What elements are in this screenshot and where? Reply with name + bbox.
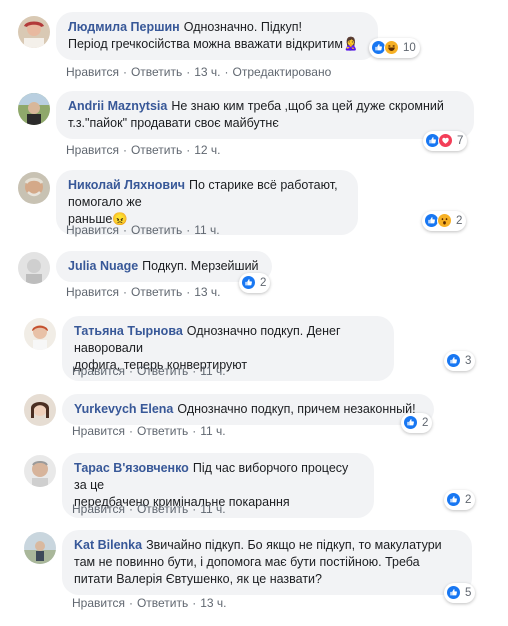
comment-author[interactable]: Людмила Першин xyxy=(68,20,180,34)
comment-actions: Нравится · Ответить · 13 ч. xyxy=(72,596,227,610)
reaction-count: 2 xyxy=(465,494,472,506)
reactions-summary[interactable]: 10 xyxy=(369,38,420,58)
comment-bubble: Kat Bilenka Звичайно підкуп. Бо якщо не п… xyxy=(62,530,472,595)
comment-author[interactable]: Yurkevych Elena xyxy=(74,402,173,416)
comment-text: питати Валерія Євтушенко, як це назвати? xyxy=(74,572,322,586)
like-icon xyxy=(446,585,462,601)
avatar[interactable] xyxy=(18,252,50,284)
reactions-summary[interactable]: 2 xyxy=(239,273,271,293)
avatar[interactable] xyxy=(24,532,56,564)
reaction-count: 5 xyxy=(465,587,472,599)
timestamp[interactable]: 13 ч. xyxy=(194,285,220,299)
comment-text: Однозначно подкуп, причем незаконный! xyxy=(177,402,416,416)
comment-bubble: Yurkevych Elena Однозначно подкуп, причем… xyxy=(62,394,434,425)
avatar[interactable] xyxy=(18,93,50,125)
timestamp[interactable]: 13 ч. xyxy=(194,65,220,79)
comment-actions: Нравится · Ответить · 11 ч. xyxy=(72,424,226,438)
like-button[interactable]: Нравится xyxy=(66,65,119,79)
like-icon xyxy=(446,492,462,508)
like-button[interactable]: Нравится xyxy=(66,285,119,299)
reactions-summary[interactable]: 2 xyxy=(401,413,433,433)
reaction-count: 3 xyxy=(465,355,472,367)
comment-bubble: Andrii Maznytsia Не знаю ким треба ,щоб з… xyxy=(56,91,474,139)
avatar[interactable] xyxy=(24,455,56,487)
timestamp[interactable]: 11 ч. xyxy=(200,424,225,438)
reactions-summary[interactable]: 3 xyxy=(444,351,476,371)
avatar[interactable] xyxy=(24,394,56,426)
reaction-count: 10 xyxy=(403,42,416,54)
comment-text: Не знаю ким треба ,щоб за цей дуже скром… xyxy=(171,99,444,113)
love-icon xyxy=(438,133,454,149)
like-icon xyxy=(241,275,257,291)
comment-text: Подкуп. Мерзейший xyxy=(142,259,259,273)
avatar[interactable] xyxy=(18,172,50,204)
reactions-summary[interactable]: 2 xyxy=(422,211,467,231)
reaction-count: 2 xyxy=(456,215,463,227)
comment-text: Звичайно підкуп. Бо якщо не підкуп, то м… xyxy=(146,538,442,552)
comment-actions: Нравится · Ответить · 13 ч. xyxy=(66,285,221,299)
comment-text: Період гречкосійства можна вважати відкр… xyxy=(68,37,343,51)
like-icon xyxy=(403,415,419,431)
timestamp[interactable]: 13 ч. xyxy=(200,596,226,610)
comment-author[interactable]: Julia Nuage xyxy=(68,259,138,273)
reply-button[interactable]: Ответить xyxy=(131,65,182,79)
timestamp[interactable]: 11 ч. xyxy=(200,364,225,378)
like-icon xyxy=(446,353,462,369)
like-button[interactable]: Нравится xyxy=(72,596,125,610)
comment-text: т.з."пайок" продавати своє майбутнє xyxy=(68,116,279,130)
reaction-count: 2 xyxy=(422,417,429,429)
reply-button[interactable]: Ответить xyxy=(137,424,188,438)
reply-button[interactable]: Ответить xyxy=(137,502,188,516)
avatar[interactable] xyxy=(18,16,50,48)
reactions-summary[interactable]: 5 xyxy=(444,583,476,603)
comment-actions: Нравится · Ответить · 11 ч. xyxy=(66,223,220,237)
comment-text: там не повинно бути, і допомога має бути… xyxy=(74,555,420,569)
comment-actions: Нравится · Ответить · 13 ч. · Отредактировано xyxy=(66,65,332,79)
like-button[interactable]: Нравится xyxy=(66,143,119,157)
comment-actions: Нравится · Ответить · 12 ч. xyxy=(66,143,221,157)
reaction-count: 2 xyxy=(260,277,267,289)
comment-author[interactable]: Татьяна Тырнова xyxy=(74,324,183,338)
comment-actions: Нравится · Ответить · 11 ч. xyxy=(72,502,226,516)
comment-author[interactable]: Kat Bilenka xyxy=(74,538,142,552)
reactions-summary[interactable]: 2 xyxy=(444,490,476,510)
comment-author[interactable]: Николай Ляхнович xyxy=(68,178,185,192)
comment-author[interactable]: Тарас В'язовченко xyxy=(74,461,189,475)
timestamp[interactable]: 11 ч. xyxy=(194,223,219,237)
wow-icon xyxy=(437,213,453,229)
reaction-count: 7 xyxy=(457,135,464,147)
haha-icon xyxy=(384,40,400,56)
edited-label[interactable]: Отредактировано xyxy=(233,65,332,79)
like-button[interactable]: Нравится xyxy=(72,424,125,438)
timestamp[interactable]: 12 ч. xyxy=(194,143,220,157)
timestamp[interactable]: 11 ч. xyxy=(200,502,225,516)
comment-text: Однозначно. Підкуп! xyxy=(183,20,302,34)
reply-button[interactable]: Ответить xyxy=(131,223,182,237)
reply-button[interactable]: Ответить xyxy=(137,364,188,378)
comment-actions: Нравится · Ответить · 11 ч. xyxy=(72,364,226,378)
reply-button[interactable]: Ответить xyxy=(137,596,188,610)
like-button[interactable]: Нравится xyxy=(72,502,125,516)
like-button[interactable]: Нравится xyxy=(72,364,125,378)
reply-button[interactable]: Ответить xyxy=(131,285,182,299)
reply-button[interactable]: Ответить xyxy=(131,143,182,157)
like-button[interactable]: Нравится xyxy=(66,223,119,237)
comment-bubble: Людмила Першин Однозначно. Підкуп! Період… xyxy=(56,12,378,60)
reactions-summary[interactable]: 7 xyxy=(423,131,468,151)
woman-emoji-icon: 🙎‍♀️ xyxy=(342,37,359,51)
avatar[interactable] xyxy=(24,318,56,350)
comment-author[interactable]: Andrii Maznytsia xyxy=(68,99,167,113)
